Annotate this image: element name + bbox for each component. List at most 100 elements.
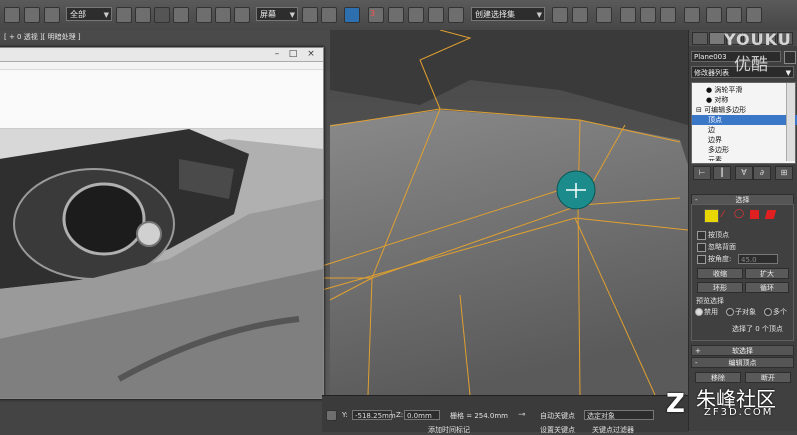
loop-button[interactable]: 循环 bbox=[745, 282, 789, 293]
stack-item-element[interactable]: 元素 bbox=[692, 155, 797, 161]
preview-subobject-radio[interactable] bbox=[726, 308, 734, 316]
link-icon[interactable] bbox=[4, 7, 20, 23]
by-angle-checkbox[interactable] bbox=[697, 255, 706, 264]
key-filters-button[interactable]: 关键点过滤器 bbox=[592, 425, 634, 435]
z-coord-label: Z: bbox=[396, 411, 404, 419]
ref-coord-dropdown[interactable]: 屏幕 ▼ bbox=[256, 7, 298, 21]
snap-toggle-icon[interactable]: 3 bbox=[368, 7, 384, 23]
pin-stack-icon[interactable]: ⊢ bbox=[693, 166, 711, 180]
y-coord-field[interactable]: -518.25mm bbox=[352, 410, 396, 420]
by-vertex-checkbox[interactable] bbox=[697, 231, 706, 240]
render-production-icon[interactable] bbox=[746, 7, 762, 23]
spinner-snap-icon[interactable] bbox=[428, 7, 444, 23]
stack-item-label: 边 bbox=[708, 126, 715, 134]
edit-named-selection-icon[interactable] bbox=[448, 7, 464, 23]
ignore-backface-label: 忽略背面 bbox=[708, 243, 736, 251]
stack-item-label: 顶点 bbox=[708, 116, 722, 124]
window-titlebar[interactable]: – □ × bbox=[0, 48, 323, 62]
stack-item-turbosmooth[interactable]: ● 涡轮平滑 bbox=[692, 85, 797, 95]
modifier-stack[interactable]: ● 涡轮平滑 ● 对称 ⊟ 可编辑多边形 顶点 边 边界 多边形 元素 bbox=[691, 82, 797, 164]
status-bar: Y: -518.25mm Z: 0.0mm 栅格 = 254.0mm ⊸ 自动关… bbox=[322, 395, 688, 435]
named-selection-dropdown[interactable]: 创建选择集 ▼ bbox=[471, 7, 545, 21]
material-editor-icon[interactable] bbox=[684, 7, 700, 23]
create-tab[interactable] bbox=[692, 32, 708, 45]
stack-scrollbar[interactable] bbox=[786, 83, 795, 161]
remove-modifier-icon[interactable]: ∂ bbox=[753, 166, 771, 180]
remove-vertex-button[interactable]: 移除 bbox=[695, 372, 741, 383]
select-by-name-icon[interactable] bbox=[135, 7, 151, 23]
mirror-icon[interactable] bbox=[552, 7, 568, 23]
keyboard-shortcut-icon[interactable] bbox=[344, 7, 360, 23]
edit-vertices-rollout-header[interactable]: - 编辑顶点 bbox=[691, 357, 794, 368]
selection-header-label: 选择 bbox=[735, 196, 750, 204]
ribbon-icon[interactable] bbox=[620, 7, 636, 23]
reference-image-window[interactable]: – □ × bbox=[0, 47, 324, 399]
stack-item-symmetry[interactable]: ● 对称 bbox=[692, 95, 797, 105]
minimize-button[interactable]: – bbox=[271, 49, 283, 59]
stack-item-polygon[interactable]: 多边形 bbox=[692, 145, 797, 155]
selection-filter-dropdown[interactable]: 全部 ▼ bbox=[66, 7, 112, 21]
move-icon[interactable] bbox=[196, 7, 212, 23]
rendered-frame-icon[interactable] bbox=[726, 7, 742, 23]
selection-filter-value: 全部 bbox=[70, 10, 86, 19]
youku-watermark-en: YOUKU bbox=[724, 30, 792, 49]
rotate-icon[interactable] bbox=[215, 7, 231, 23]
key-target-dropdown[interactable]: 选定对象 bbox=[584, 410, 654, 420]
stack-item-border[interactable]: 边界 bbox=[692, 135, 797, 145]
bind-spacewarp-icon[interactable] bbox=[44, 7, 60, 23]
edge-mode-icon[interactable]: ⁄ bbox=[722, 210, 724, 220]
add-time-tag-text[interactable]: 添加时间标记 bbox=[428, 425, 470, 435]
polygon-mode-icon[interactable] bbox=[750, 210, 759, 219]
viewport-label[interactable]: [ + 0 透视 ][ 明暗处理 ] bbox=[4, 32, 81, 42]
grow-button[interactable]: 扩大 bbox=[745, 268, 789, 279]
unlink-icon[interactable] bbox=[24, 7, 40, 23]
z-coord-field[interactable]: 0.0mm bbox=[404, 410, 440, 420]
vertex-mode-icon[interactable] bbox=[704, 209, 719, 223]
angle-snap-icon[interactable] bbox=[388, 7, 404, 23]
ignore-backface-checkbox[interactable] bbox=[697, 243, 706, 252]
align-icon[interactable] bbox=[572, 7, 588, 23]
schematic-view-icon[interactable] bbox=[660, 7, 676, 23]
stack-item-edge[interactable]: 边 bbox=[692, 125, 797, 135]
break-vertex-button[interactable]: 断开 bbox=[745, 372, 791, 383]
key-icon[interactable]: ⊸ bbox=[518, 410, 526, 420]
window-crossing-icon[interactable] bbox=[173, 7, 189, 23]
angle-value-field[interactable]: 45.0 bbox=[738, 254, 778, 264]
stack-item-editable-poly[interactable]: ⊟ 可编辑多边形 bbox=[692, 105, 788, 115]
percent-snap-icon[interactable] bbox=[408, 7, 424, 23]
rect-selection-icon[interactable] bbox=[154, 7, 170, 23]
modify-tab[interactable] bbox=[709, 32, 725, 45]
stack-item-vertex[interactable]: 顶点 bbox=[692, 115, 797, 125]
modifier-list-label: 修改器列表 bbox=[694, 69, 729, 77]
layer-manager-icon[interactable] bbox=[596, 7, 612, 23]
ring-button[interactable]: 环形 bbox=[697, 282, 743, 293]
maximize-button[interactable]: □ bbox=[287, 49, 299, 59]
select-object-icon[interactable] bbox=[116, 7, 132, 23]
setkey-label[interactable]: 设置关键点 bbox=[540, 425, 575, 435]
pivot-icon[interactable] bbox=[302, 7, 318, 23]
curve-editor-icon[interactable] bbox=[640, 7, 656, 23]
render-setup-icon[interactable] bbox=[706, 7, 722, 23]
stack-buttons: ⊢ ┃ ∀ ∂ ⊞ bbox=[691, 166, 794, 180]
preview-off-radio[interactable] bbox=[695, 308, 703, 316]
preview-off-label: 禁用 bbox=[704, 308, 718, 316]
edit-vertices-header-label: 编辑顶点 bbox=[728, 359, 757, 367]
zf-url-text: ZF3D.COM bbox=[704, 407, 774, 418]
element-mode-icon[interactable] bbox=[764, 210, 777, 219]
shrink-button[interactable]: 收缩 bbox=[697, 268, 743, 279]
close-button[interactable]: × bbox=[305, 49, 317, 59]
make-unique-icon[interactable]: ∀ bbox=[735, 166, 753, 180]
scale-icon[interactable] bbox=[234, 7, 250, 23]
configure-modifier-sets-icon[interactable]: ⊞ bbox=[775, 166, 793, 180]
absolute-mode-icon[interactable] bbox=[326, 410, 337, 421]
preview-multi-radio[interactable] bbox=[764, 308, 772, 316]
stack-item-label: 多边形 bbox=[708, 146, 729, 154]
select-manipulate-icon[interactable] bbox=[321, 7, 337, 23]
stack-item-label: 对称 bbox=[714, 96, 729, 104]
border-mode-icon[interactable]: ◯ bbox=[734, 209, 744, 219]
autokey-label[interactable]: 自动关键点 bbox=[540, 411, 575, 421]
show-end-result-icon[interactable]: ┃ bbox=[713, 166, 731, 180]
soft-selection-rollout-header[interactable]: + 软选择 bbox=[691, 345, 794, 356]
object-color-swatch[interactable] bbox=[784, 51, 796, 64]
preview-subobject-label: 子对象 bbox=[735, 308, 756, 316]
